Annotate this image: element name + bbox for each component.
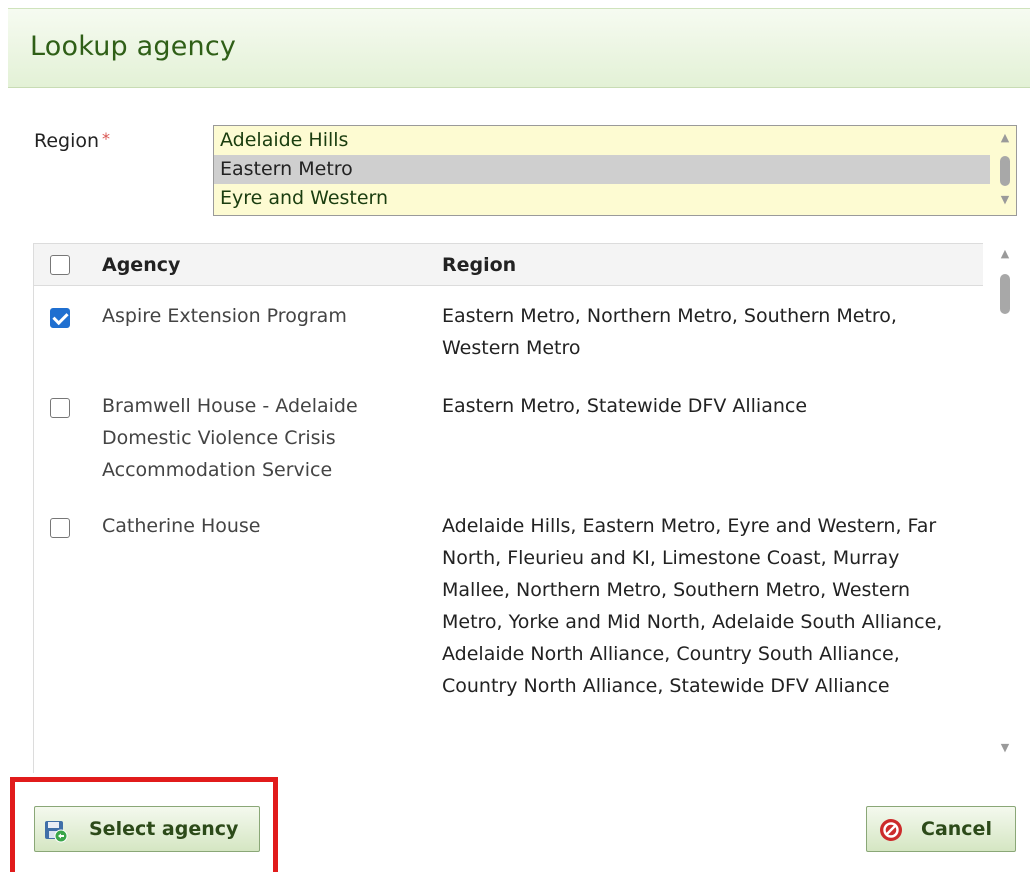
scrollbar-thumb[interactable] — [1000, 156, 1010, 186]
scroll-down-arrow-icon[interactable]: ▼ — [998, 742, 1012, 754]
region-option-adelaide-hills[interactable]: Adelaide Hills — [214, 126, 990, 155]
cancel-circle-icon — [880, 819, 902, 841]
agency-name: Catherine House — [102, 515, 261, 537]
region-listbox[interactable]: Adelaide Hills Eastern Metro Eyre and We… — [213, 125, 1017, 216]
agency-name: Bramwell House - Adelaide Domestic Viole… — [102, 395, 358, 481]
region-list-scrollbar[interactable]: ▲ ▼ — [998, 128, 1012, 213]
table-header: Agency Region — [34, 244, 983, 286]
scroll-down-arrow-icon[interactable]: ▼ — [998, 194, 1012, 206]
scroll-up-arrow-icon[interactable]: ▲ — [998, 132, 1012, 144]
table-row[interactable]: Bramwell House - Adelaide Domestic Viole… — [34, 390, 983, 490]
cancel-label: Cancel — [921, 818, 992, 840]
scrollbar-thumb[interactable] — [1000, 274, 1010, 314]
table-row[interactable]: Catherine House Adelaide Hills, Eastern … — [34, 510, 983, 740]
region-option-eyre-and-western[interactable]: Eyre and Western — [214, 184, 990, 213]
select-all-checkbox[interactable] — [50, 255, 70, 275]
dialog-title: Lookup agency — [30, 31, 237, 62]
region-option-eastern-metro[interactable]: Eastern Metro — [214, 155, 990, 184]
scroll-up-arrow-icon[interactable]: ▲ — [998, 248, 1012, 260]
column-header-agency[interactable]: Agency — [102, 254, 180, 276]
save-disk-icon — [45, 821, 68, 843]
agency-table: Agency Region Aspire Extension Program E… — [33, 243, 983, 773]
cancel-button[interactable]: Cancel — [866, 806, 1016, 852]
select-agency-label: Select agency — [89, 818, 239, 840]
required-marker: * — [102, 129, 111, 148]
row-checkbox[interactable] — [50, 398, 70, 418]
agency-regions: Eastern Metro, Statewide DFV Alliance — [442, 395, 808, 417]
column-header-region[interactable]: Region — [442, 254, 516, 276]
dialog-header: Lookup agency — [8, 8, 1030, 88]
table-row[interactable]: Aspire Extension Program Eastern Metro, … — [34, 300, 983, 380]
region-field-label: Region * — [34, 129, 110, 152]
agency-regions: Eastern Metro, Northern Metro, Southern … — [442, 305, 897, 359]
row-checkbox[interactable] — [50, 308, 70, 328]
table-scrollbar[interactable]: ▲ ▼ — [998, 248, 1012, 764]
select-agency-button[interactable]: Select agency — [34, 806, 260, 852]
agency-regions: Adelaide Hills, Eastern Metro, Eyre and … — [442, 515, 943, 697]
region-label-text: Region — [34, 130, 100, 152]
agency-name: Aspire Extension Program — [102, 305, 347, 327]
row-checkbox[interactable] — [50, 518, 70, 538]
